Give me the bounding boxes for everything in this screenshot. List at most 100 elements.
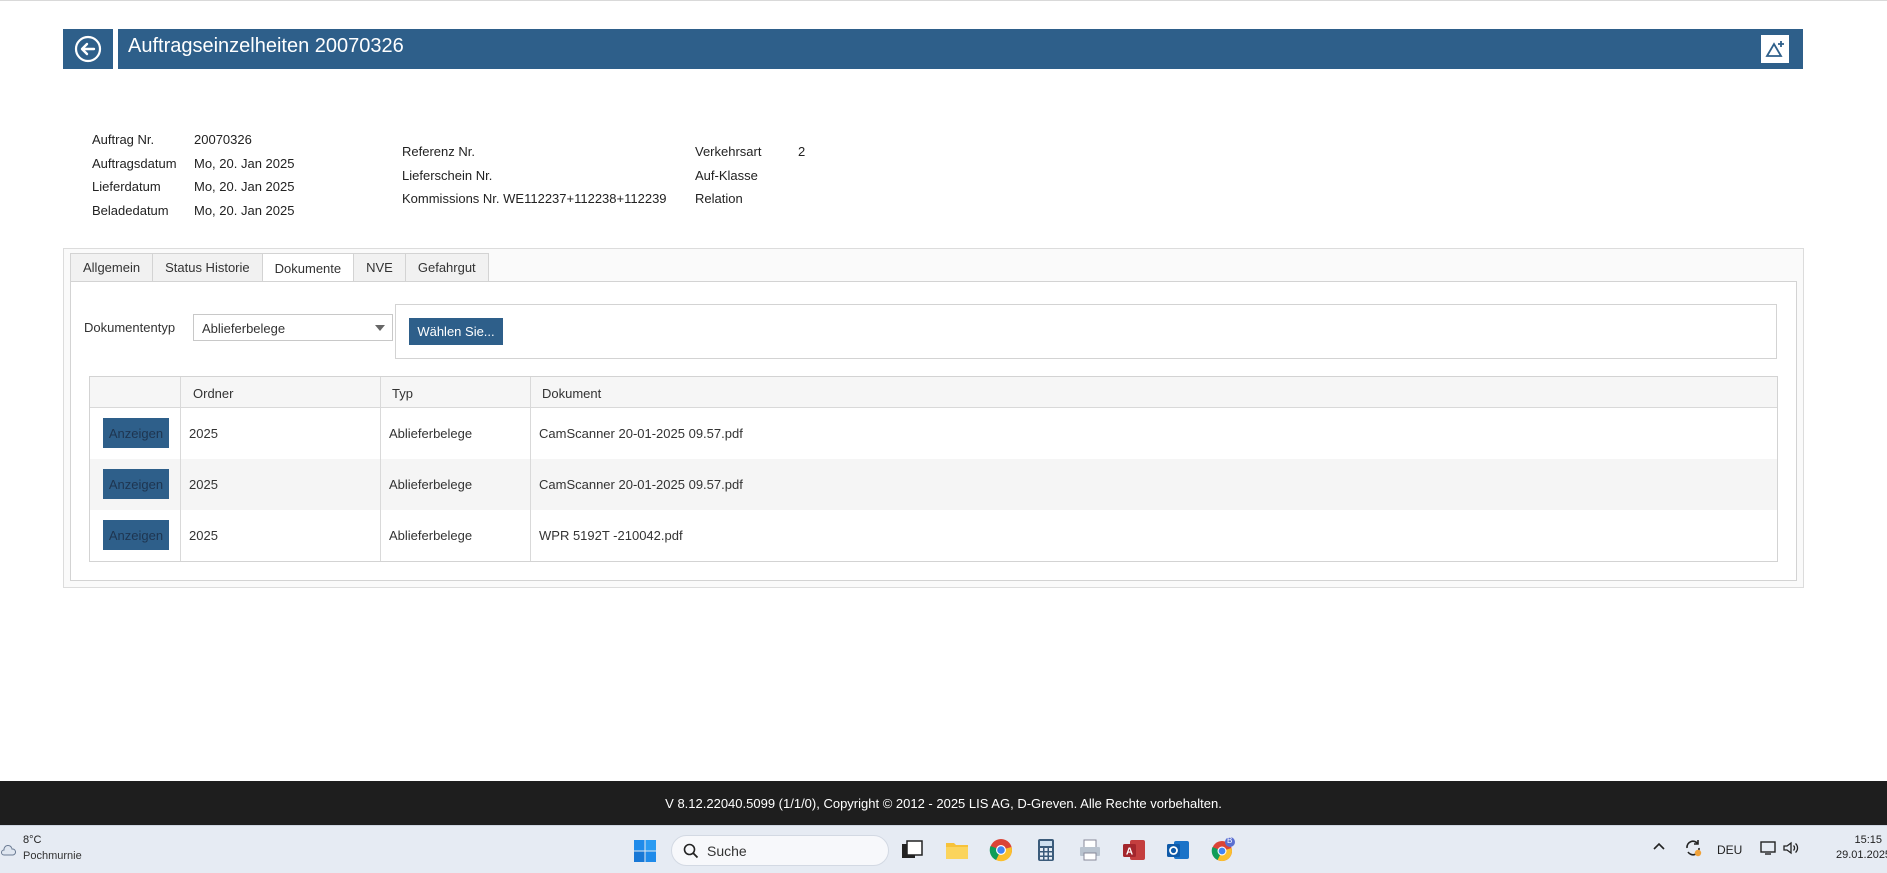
document-type-label: Dokumententyp xyxy=(84,320,176,335)
table-row: Anzeigen 2025 Ablieferbelege CamScanner … xyxy=(90,459,1777,510)
info-row: Auftrag Nr. 20070326 xyxy=(92,128,294,152)
info-row: Lieferschein Nr. xyxy=(402,164,667,188)
type-cell: Ablieferbelege xyxy=(389,426,473,441)
cloud-icon xyxy=(1,845,16,856)
back-button[interactable] xyxy=(63,29,113,69)
search-icon xyxy=(683,843,699,859)
back-arrow-icon xyxy=(74,35,102,63)
order-class-label: Auf-Klasse xyxy=(695,167,758,183)
info-row: Kommissions Nr. WE112237+112238+112239 xyxy=(402,187,667,211)
type-cell: Ablieferbelege xyxy=(389,528,473,543)
chevron-up-icon[interactable] xyxy=(1652,840,1666,855)
loading-date-value: Mo, 20. Jan 2025 xyxy=(194,202,295,218)
chevron-down-icon xyxy=(375,325,385,331)
printer-icon[interactable] xyxy=(1077,837,1103,863)
view-document-button[interactable]: Anzeigen xyxy=(103,469,169,499)
info-row: Referenz Nr. xyxy=(402,140,667,164)
info-row: Lieferdatum Mo, 20. Jan 2025 xyxy=(92,175,294,199)
order-number-value: 20070326 xyxy=(194,132,252,148)
document-cell: CamScanner 20-01-2025 09.57.pdf xyxy=(539,477,743,492)
triangle-plus-icon xyxy=(1765,41,1784,57)
windows-start-button[interactable] xyxy=(633,839,657,863)
table-row: Anzeigen 2025 Ablieferbelege WPR 5192T -… xyxy=(90,510,1777,561)
windows-start-icon xyxy=(634,840,656,862)
loading-date-label: Beladedatum xyxy=(92,202,169,218)
sync-icon[interactable] xyxy=(1683,838,1703,861)
top-divider xyxy=(0,0,1887,1)
outlook-icon[interactable] xyxy=(1165,837,1191,863)
type-cell: Ablieferbelege xyxy=(389,477,473,492)
reference-number-label: Referenz Nr. xyxy=(402,144,475,160)
delivery-date-label: Lieferdatum xyxy=(92,179,161,195)
tab-gefahrgut[interactable]: Gefahrgut xyxy=(404,253,489,281)
table-header: Ordner Typ Dokument xyxy=(90,377,1777,408)
access-icon[interactable]: A xyxy=(1121,837,1147,863)
chrome-icon[interactable] xyxy=(988,837,1014,863)
info-row: Auftragsdatum Mo, 20. Jan 2025 xyxy=(92,152,294,176)
weather-description: Pochmurnie xyxy=(23,850,82,862)
order-info-middle: Referenz Nr. Lieferschein Nr. Kommission… xyxy=(402,140,667,211)
clock-date: 29.01.2025 xyxy=(1836,849,1887,861)
page-title: Auftragseinzelheiten 20070326 xyxy=(128,35,404,57)
order-info-left: Auftrag Nr. 20070326 Auftragsdatum Mo, 20.… xyxy=(92,128,294,222)
calculator-icon[interactable] xyxy=(1033,837,1059,863)
clock-time: 15:15 xyxy=(1854,834,1882,846)
folder-cell: 2025 xyxy=(189,426,218,441)
delivery-note-label: Lieferschein Nr. xyxy=(402,167,493,183)
column-divider xyxy=(530,377,531,561)
commission-number-value: WE112237+112238+112239 xyxy=(503,191,667,207)
column-header-folder[interactable]: Ordner xyxy=(193,386,233,401)
tab-allgemein[interactable]: Allgemein xyxy=(70,253,154,281)
order-info-right: Verkehrsart 2 Auf-Klasse Relation xyxy=(695,140,805,211)
folder-cell: 2025 xyxy=(189,477,218,492)
page-header: Auftragseinzelheiten 20070326 xyxy=(118,29,1803,69)
task-view-icon[interactable] xyxy=(899,837,925,863)
order-date-value: Mo, 20. Jan 2025 xyxy=(194,155,295,171)
column-header-document[interactable]: Dokument xyxy=(542,386,601,401)
column-header-type[interactable]: Typ xyxy=(392,386,413,401)
tab-dokumente[interactable]: Dokumente xyxy=(261,253,355,282)
delivery-date-value: Mo, 20. Jan 2025 xyxy=(194,179,295,195)
order-date-label: Auftragsdatum xyxy=(92,155,177,171)
document-cell: WPR 5192T -210042.pdf xyxy=(539,528,683,543)
weather-temperature: 8°C xyxy=(23,834,42,846)
order-number-label: Auftrag Nr. xyxy=(92,132,155,148)
tab-status-historie[interactable]: Status Historie xyxy=(152,253,263,281)
taskbar: 8°C Pochmurnie Suche A B DEU 15:15 29.01… xyxy=(0,825,1887,873)
add-document-button[interactable] xyxy=(1761,35,1789,63)
view-document-button[interactable]: Anzeigen xyxy=(103,520,169,550)
column-divider xyxy=(180,377,181,561)
footer: V 8.12.22040.5099 (1/1/0), Copyright © 2… xyxy=(0,781,1887,825)
footer-copyright: V 8.12.22040.5099 (1/1/0), Copyright © 2… xyxy=(665,795,1222,811)
choose-file-button[interactable]: Wählen Sie... xyxy=(409,318,503,345)
table-row: Anzeigen 2025 Ablieferbelege CamScanner … xyxy=(90,408,1777,459)
taskbar-search[interactable]: Suche xyxy=(671,835,889,866)
relation-label: Relation xyxy=(695,191,743,207)
taskbar-clock[interactable]: 15:15 29.01.2025 xyxy=(1836,834,1887,861)
search-placeholder: Suche xyxy=(707,843,747,859)
info-row: Auf-Klasse xyxy=(695,164,805,188)
svg-text:A: A xyxy=(1126,847,1133,858)
documents-table: Ordner Typ Dokument Anzeigen 2025 Ablief… xyxy=(89,376,1778,562)
upload-area: Wählen Sie... xyxy=(395,304,1777,359)
traffic-type-label: Verkehrsart xyxy=(695,144,762,160)
column-divider xyxy=(380,377,381,561)
tab-nve[interactable]: NVE xyxy=(353,253,406,281)
tab-strip: Allgemein Status Historie Dokumente NVE … xyxy=(70,253,489,282)
view-document-button[interactable]: Anzeigen xyxy=(103,418,169,448)
chrome-profile-badge: B xyxy=(1227,836,1233,845)
volume-icon[interactable] xyxy=(1782,840,1800,859)
info-row: Relation xyxy=(695,187,805,211)
language-indicator[interactable]: DEU xyxy=(1717,843,1742,857)
commission-number-label: Kommissions Nr. xyxy=(402,191,500,207)
folder-cell: 2025 xyxy=(189,528,218,543)
traffic-type-value: 2 xyxy=(798,144,806,160)
file-explorer-icon[interactable] xyxy=(944,837,970,863)
chrome-profile-icon[interactable]: B xyxy=(1209,836,1235,863)
info-row: Verkehrsart 2 xyxy=(695,140,805,164)
info-row: Beladedatum Mo, 20. Jan 2025 xyxy=(92,199,294,223)
document-cell: CamScanner 20-01-2025 09.57.pdf xyxy=(539,426,743,441)
document-type-select[interactable]: Ablieferbelege xyxy=(193,314,393,341)
document-type-value: Ablieferbelege xyxy=(202,321,286,336)
network-icon[interactable] xyxy=(1760,840,1778,859)
